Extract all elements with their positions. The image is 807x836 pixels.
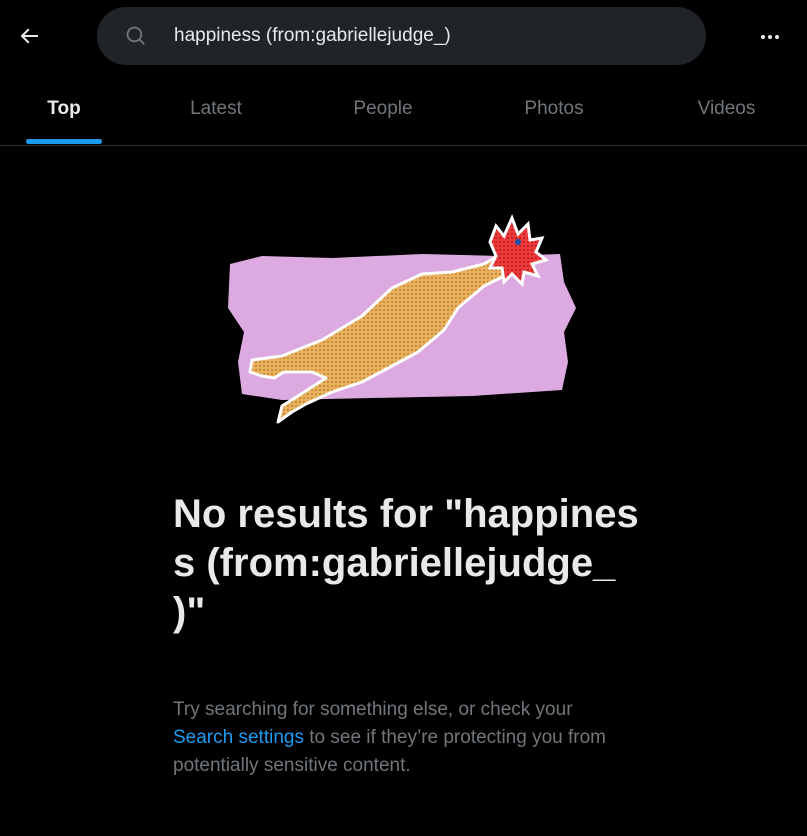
search-settings-link[interactable]: Search settings bbox=[173, 727, 304, 748]
tab-latest[interactable]: Latest bbox=[128, 72, 304, 145]
tab-photos[interactable]: Photos bbox=[462, 72, 646, 145]
tab-label: Photos bbox=[524, 97, 584, 119]
arrow-left-icon bbox=[20, 28, 38, 44]
empty-state-title: No results for "happiness (from:gabriell… bbox=[173, 492, 639, 634]
empty-state-description: Try searching for something else, or che… bbox=[173, 696, 623, 780]
rubber-chicken-illustration bbox=[228, 214, 576, 424]
tab-label: Top bbox=[47, 97, 81, 119]
tab-label: Videos bbox=[697, 97, 756, 119]
tab-top[interactable]: Top bbox=[0, 72, 128, 145]
tab-label: Latest bbox=[190, 97, 242, 119]
search-header bbox=[0, 0, 807, 72]
back-button[interactable] bbox=[10, 17, 48, 55]
active-tab-indicator bbox=[26, 139, 102, 144]
search-input[interactable] bbox=[174, 7, 674, 65]
search-tabs: Top Latest People Photos Videos bbox=[0, 72, 807, 146]
more-button[interactable] bbox=[750, 17, 790, 57]
description-text: Try searching for something else, or che… bbox=[173, 699, 573, 720]
search-box[interactable] bbox=[97, 7, 706, 65]
tab-people[interactable]: People bbox=[304, 72, 462, 145]
search-icon bbox=[126, 26, 145, 45]
search-results-page: Top Latest People Photos Videos bbox=[0, 0, 807, 836]
more-horizontal-icon bbox=[761, 35, 779, 39]
tab-videos[interactable]: Videos bbox=[646, 72, 807, 145]
tab-label: People bbox=[353, 97, 413, 119]
